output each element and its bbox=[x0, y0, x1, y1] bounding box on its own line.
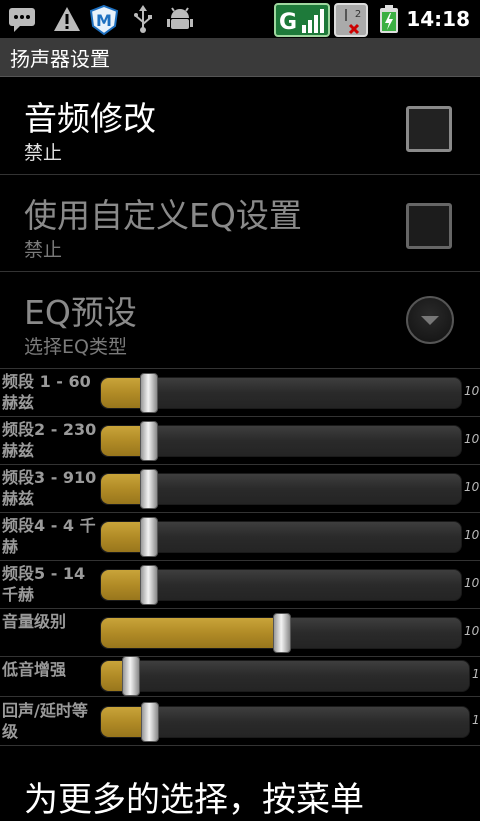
slider-row: 频段 1 - 60 赫兹 10 bbox=[0, 368, 480, 417]
slider-label: 频段5 - 14 千赫 bbox=[2, 564, 86, 604]
slider-label: 频段4 - 4 千赫 bbox=[2, 516, 96, 556]
slider-label: 频段3 - 910 赫兹 bbox=[2, 468, 97, 508]
network-type-label: G bbox=[279, 10, 297, 35]
band3-slider[interactable] bbox=[100, 469, 462, 509]
pref-title: EQ预设 bbox=[24, 293, 137, 332]
pref-summary: 禁止 bbox=[24, 239, 63, 261]
slider-max: 10 bbox=[464, 528, 480, 542]
battery-charging-icon bbox=[380, 5, 398, 33]
clock: 14:18 bbox=[406, 7, 470, 31]
slider-max: 10 bbox=[464, 624, 480, 638]
slider-thumb[interactable] bbox=[140, 373, 158, 413]
slider-thumb[interactable] bbox=[122, 656, 140, 696]
pref-summary: 禁止 bbox=[24, 142, 63, 164]
band1-slider[interactable] bbox=[100, 373, 462, 413]
band2-slider[interactable] bbox=[100, 421, 462, 461]
slider-row: 频段3 - 910 赫兹 10 bbox=[0, 464, 480, 513]
slider-label: 频段 1 - 60 赫兹 bbox=[2, 372, 91, 412]
slider-label: 音量级别 bbox=[2, 612, 67, 631]
slider-max: 10 bbox=[464, 576, 480, 590]
slider-max: 10 bbox=[464, 384, 480, 398]
slider-label: 低音增强 bbox=[2, 660, 67, 679]
security-app-icon: M bbox=[89, 4, 119, 36]
status-bar: M G 2 14:18 bbox=[0, 0, 480, 38]
custom-eq-checkbox[interactable] bbox=[406, 203, 452, 249]
svg-text:M: M bbox=[96, 11, 112, 30]
slider-row: 音量级别 10 bbox=[0, 608, 480, 657]
slider-thumb[interactable] bbox=[140, 421, 158, 461]
slider-thumb[interactable] bbox=[140, 517, 158, 557]
slider-thumb[interactable] bbox=[140, 565, 158, 605]
slider-row: 低音增强 1 bbox=[0, 656, 480, 697]
usb-icon bbox=[134, 5, 152, 33]
slider-max: 10 bbox=[464, 432, 480, 446]
pref-summary: 选择EQ类型 bbox=[24, 336, 127, 358]
sim2-label: 2 bbox=[355, 9, 361, 20]
title-bar: 扬声器设置 bbox=[0, 38, 480, 77]
slider-row: 频段5 - 14 千赫 10 bbox=[0, 560, 480, 609]
slider-row: 频段2 - 230 赫兹 10 bbox=[0, 416, 480, 465]
bass-boost-slider[interactable] bbox=[100, 656, 470, 696]
band4-slider[interactable] bbox=[100, 517, 462, 557]
warning-icon bbox=[54, 7, 80, 31]
slider-thumb[interactable] bbox=[141, 702, 159, 742]
message-icon bbox=[9, 8, 35, 32]
slider-row: 回声/延时等级 1 bbox=[0, 697, 480, 746]
android-debug-icon bbox=[167, 7, 193, 29]
band5-slider[interactable] bbox=[100, 565, 462, 605]
sim2-no-signal-icon: 2 bbox=[334, 3, 368, 37]
pref-title: 使用自定义EQ设置 bbox=[24, 196, 302, 235]
page-title: 扬声器设置 bbox=[10, 47, 110, 71]
slider-thumb[interactable] bbox=[273, 613, 291, 653]
slider-max: 1 bbox=[472, 713, 480, 727]
volume-level-slider[interactable] bbox=[100, 613, 462, 653]
slider-label: 频段2 - 230 赫兹 bbox=[2, 420, 97, 460]
menu-hint-text: 为更多的选择，按菜单 bbox=[24, 780, 364, 820]
pref-audio-modification[interactable]: 音频修改 禁止 bbox=[0, 78, 480, 175]
eq-preset-dropdown-icon[interactable] bbox=[406, 296, 454, 344]
pref-custom-eq[interactable]: 使用自定义EQ设置 禁止 bbox=[0, 175, 480, 272]
slider-thumb[interactable] bbox=[140, 469, 158, 509]
audio-modification-checkbox[interactable] bbox=[406, 106, 452, 152]
slider-row: 频段4 - 4 千赫 10 bbox=[0, 512, 480, 561]
echo-delay-slider[interactable] bbox=[100, 702, 470, 742]
slider-label: 回声/延时等级 bbox=[2, 701, 88, 741]
pref-title: 音频修改 bbox=[24, 99, 156, 138]
pref-eq-preset[interactable]: EQ预设 选择EQ类型 bbox=[0, 272, 480, 369]
slider-max: 1 bbox=[472, 667, 480, 681]
slider-fill bbox=[101, 618, 281, 648]
slider-max: 10 bbox=[464, 480, 480, 494]
signal-icon: G bbox=[274, 3, 330, 37]
